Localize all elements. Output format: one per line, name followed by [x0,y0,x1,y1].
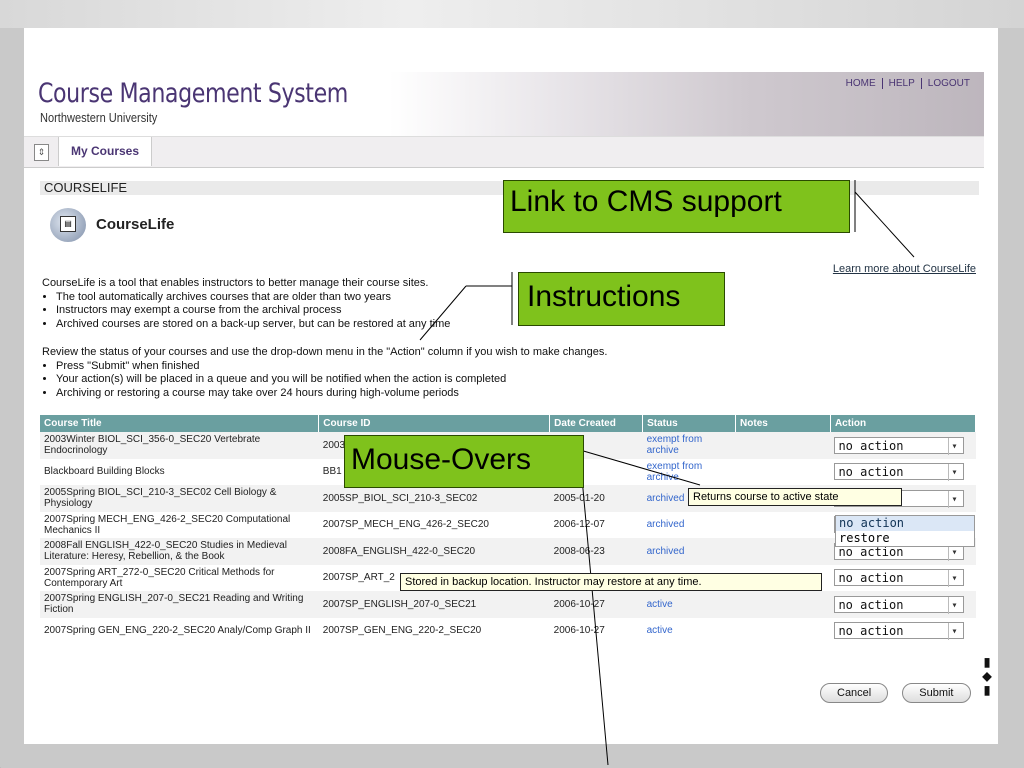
callout-cms-support: Link to CMS support [503,180,850,233]
tooltip-archived: Stored in backup location. Instructor ma… [400,573,822,591]
callout-label: Mouse-Overs [351,443,532,476]
tooltip-restore: Returns course to active state [688,488,902,506]
callout-mouse-overs: Mouse-Overs [344,435,584,488]
decorative-glyph: ▮◆▮ [980,655,994,697]
callout-label: Instructions [527,280,681,313]
callout-label: Link to CMS support [510,185,782,218]
callout-instructions: Instructions [518,272,725,326]
callout-lines [419,180,915,766]
